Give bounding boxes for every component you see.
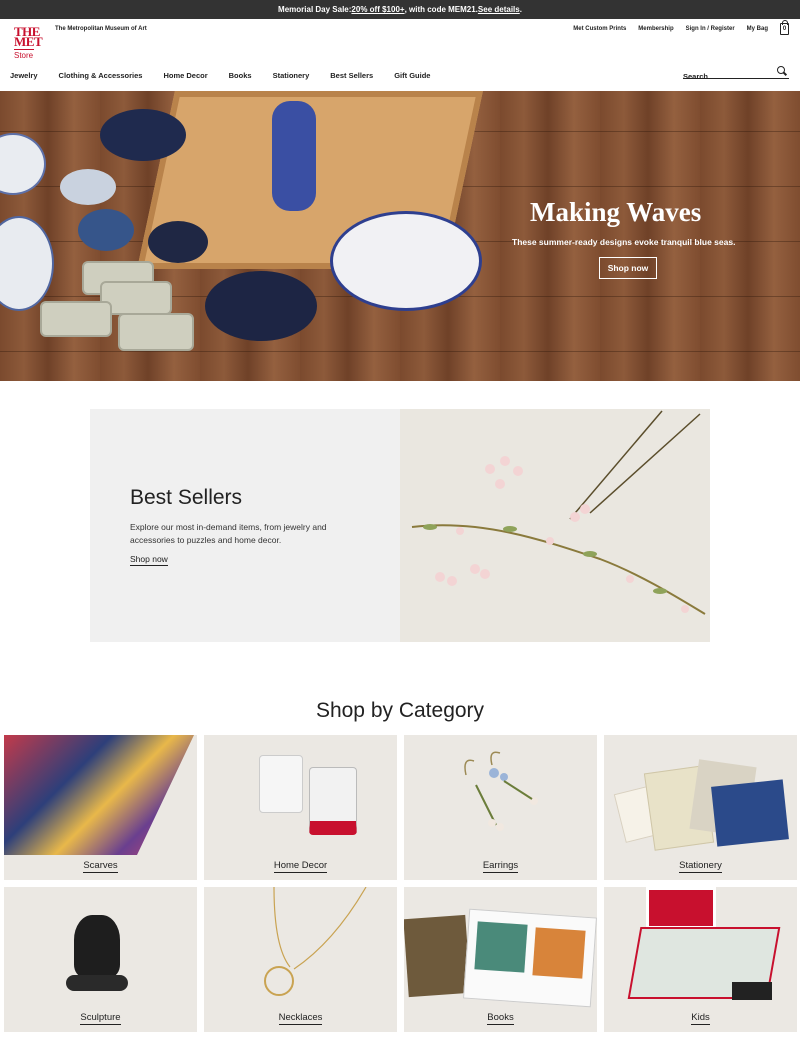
dark-bowl-image: [100, 109, 186, 161]
nav-item-stationery[interactable]: Stationery: [273, 71, 310, 80]
sign-in-link[interactable]: Sign In / Register: [686, 26, 735, 32]
sculpture-base-image: [66, 975, 128, 991]
nav-item-clothing[interactable]: Clothing & Accessories: [59, 71, 143, 80]
category-tile-scarves[interactable]: Scarves: [4, 735, 197, 880]
category-tile-stationery[interactable]: Stationery: [604, 735, 797, 880]
category-label-books: Books: [487, 1012, 514, 1025]
small-bowl-image: [148, 221, 208, 263]
book-illustration-image: [532, 927, 586, 979]
category-tile-necklaces[interactable]: Necklaces: [204, 887, 397, 1032]
promo-details-link[interactable]: See details: [478, 5, 520, 14]
logo-line-2: MET: [14, 34, 43, 49]
met-store-logo[interactable]: THE MET Store: [14, 25, 43, 60]
search-icon[interactable]: [777, 66, 785, 74]
mug-image: [309, 767, 357, 835]
book-cover-image: [404, 914, 471, 998]
scarf-image: [4, 735, 194, 855]
small-bowl-image: [60, 169, 116, 205]
utility-nav: Met Custom Prints Membership Sign In / R…: [573, 26, 768, 32]
best-sellers-shop-now-link[interactable]: Shop now: [130, 554, 168, 566]
best-sellers-title: Best Sellers: [130, 486, 243, 509]
earrings-image: [464, 751, 538, 831]
best-sellers-description: Explore our most in-demand items, from j…: [130, 522, 327, 545]
hero-title: Making Waves: [530, 197, 702, 227]
category-tile-sculpture[interactable]: Sculpture: [4, 887, 197, 1032]
category-label-earrings: Earrings: [482, 860, 519, 873]
book-illustration-image: [474, 921, 528, 973]
search-box: [683, 66, 789, 82]
promo-offer-link[interactable]: 20% off $100+: [351, 5, 404, 14]
main-nav: Jewelry Clothing & Accessories Home Deco…: [10, 71, 430, 80]
membership-link[interactable]: Membership: [638, 26, 673, 32]
category-tile-home-decor[interactable]: Home Decor: [204, 735, 397, 880]
promo-prefix: Memorial Day Sale:: [278, 5, 352, 14]
small-bowl-image: [78, 209, 134, 251]
nav-item-gift-guide[interactable]: Gift Guide: [394, 71, 430, 80]
category-label-scarves: Scarves: [83, 860, 118, 873]
custom-prints-link[interactable]: Met Custom Prints: [573, 26, 626, 32]
category-tile-books[interactable]: Books: [404, 887, 597, 1032]
pendant-necklace-image: [264, 887, 367, 996]
my-bag-link[interactable]: My Bag: [747, 26, 768, 32]
mug-image: [259, 755, 303, 813]
shop-by-category-heading: Shop by Category: [315, 699, 485, 722]
square-dish-image: [118, 313, 194, 351]
promo-middle: , with code MEM21.: [404, 5, 478, 14]
game-cards-image: [732, 982, 772, 1000]
search-input[interactable]: [683, 71, 771, 82]
bag-count: 0: [782, 26, 787, 32]
category-tile-earrings[interactable]: Earrings: [404, 735, 597, 880]
hero-shop-now-button[interactable]: Shop now: [599, 257, 657, 279]
blue-bottle-image: [272, 101, 316, 211]
category-label-sculpture: Sculpture: [80, 1012, 121, 1025]
board-game-box-image: [646, 887, 716, 929]
promo-banner: Memorial Day Sale: 20% off $100+ , with …: [0, 0, 800, 19]
nav-item-books[interactable]: Books: [229, 71, 252, 80]
nav-item-best-sellers[interactable]: Best Sellers: [330, 71, 373, 80]
category-label-necklaces: Necklaces: [278, 1012, 323, 1025]
shopping-bag-icon[interactable]: 0: [780, 20, 789, 35]
jewelry-image[interactable]: [400, 409, 710, 642]
nav-item-home-decor[interactable]: Home Decor: [163, 71, 207, 80]
category-label-home-decor: Home Decor: [273, 860, 328, 873]
museum-name-link[interactable]: The Metropolitan Museum of Art: [55, 26, 147, 32]
category-label-stationery: Stationery: [679, 860, 722, 873]
pearl-necklace-illustration: [411, 410, 706, 615]
floor-seam: [0, 351, 800, 352]
hero-banner[interactable]: Making Waves These summer-ready designs …: [0, 91, 800, 381]
nav-item-jewelry[interactable]: Jewelry: [10, 71, 38, 80]
category-tile-kids[interactable]: Kids: [604, 887, 797, 1032]
promo-suffix: .: [519, 5, 522, 14]
category-label-kids: Kids: [691, 1012, 710, 1025]
white-bowl-image: [330, 211, 482, 311]
hero-subtitle: These summer-ready designs evoke tranqui…: [512, 237, 736, 247]
thinker-sculpture-image: [74, 915, 120, 977]
card-box-image: [711, 779, 789, 847]
dark-bowl-image: [205, 271, 317, 341]
logo-line-3: Store: [14, 49, 34, 60]
square-dish-image: [40, 301, 112, 337]
